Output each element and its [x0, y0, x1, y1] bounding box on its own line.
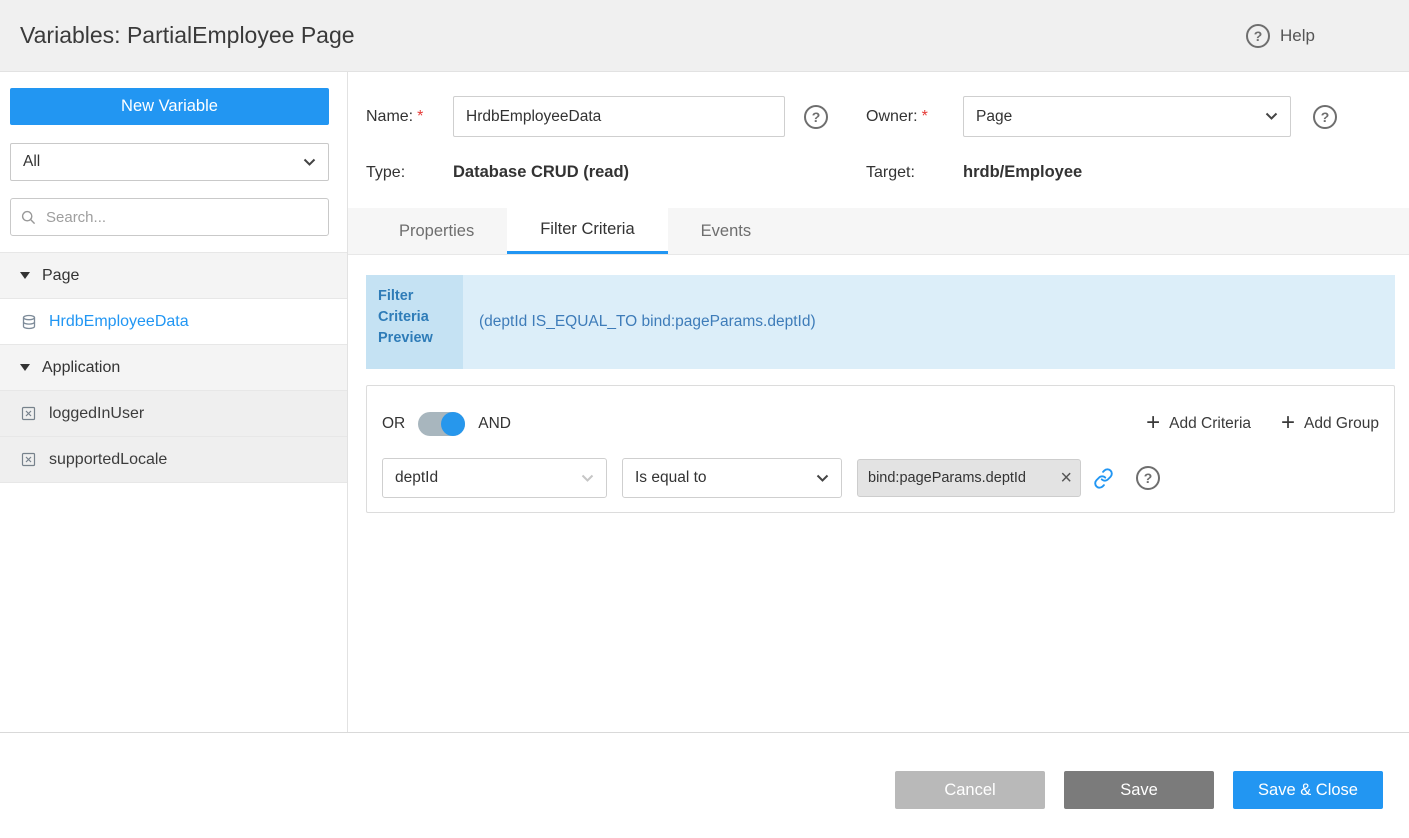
- criteria-actions: + Add Criteria + Add Group: [1146, 414, 1379, 435]
- sidebar-controls: New Variable All: [0, 72, 347, 252]
- chevron-down-icon: [1265, 112, 1278, 121]
- chevron-down-icon: [581, 474, 594, 483]
- bind-link-icon[interactable]: [1093, 468, 1114, 489]
- or-and-toggle[interactable]: [418, 412, 465, 436]
- tab-filter-criteria[interactable]: Filter Criteria: [507, 208, 667, 254]
- save-and-close-button[interactable]: Save & Close: [1233, 771, 1383, 809]
- page-title: Variables: PartialEmployee Page: [20, 22, 355, 49]
- chevron-down-icon: [816, 474, 829, 483]
- criteria-operator-select[interactable]: Is equal to: [622, 458, 842, 498]
- help-button[interactable]: ? Help: [1246, 24, 1315, 48]
- search-input[interactable]: [44, 208, 318, 227]
- remove-value-icon[interactable]: ×: [1060, 468, 1072, 488]
- variables-dialog: Variables: PartialEmployee Page ? Help N…: [0, 0, 1409, 838]
- owner-label: Owner:*: [866, 108, 963, 126]
- criteria-value-chip[interactable]: bind:pageParams.deptId ×: [857, 459, 1081, 497]
- criteria-field-select[interactable]: deptId: [382, 458, 607, 498]
- chevron-down-icon: [303, 158, 316, 167]
- new-variable-button[interactable]: New Variable: [10, 88, 329, 125]
- required-asterisk: *: [417, 108, 423, 125]
- tree-group-label: Application: [42, 359, 120, 377]
- plus-icon: +: [1281, 411, 1295, 435]
- owner-select[interactable]: Page: [963, 96, 1291, 137]
- variables-tree: Page HrdbEmployeeData Application l: [0, 252, 347, 483]
- caret-down-icon: [20, 272, 30, 279]
- preview-label: Filter Criteria Preview: [366, 275, 463, 369]
- preview-value: (deptId IS_EQUAL_TO bind:pageParams.dept…: [463, 275, 1395, 369]
- variable-detail-panel: Name:* ? Owner:* Page ? Ty: [348, 72, 1409, 732]
- type-label: Type:: [366, 164, 453, 182]
- add-criteria-label: Add Criteria: [1169, 415, 1251, 433]
- name-help-icon[interactable]: ?: [804, 105, 828, 129]
- or-label: OR: [382, 415, 405, 433]
- criteria-row: deptId Is equal to bind:pa: [382, 458, 1379, 498]
- cancel-button[interactable]: Cancel: [895, 771, 1045, 809]
- dialog-body: New Variable All Page: [0, 72, 1409, 733]
- dialog-footer: Cancel Save Save & Close: [0, 733, 1409, 838]
- variable-filter-value: All: [23, 153, 40, 171]
- database-variable-icon: [20, 314, 37, 330]
- dialog-header: Variables: PartialEmployee Page ? Help: [0, 0, 1409, 72]
- filter-criteria-panel: Filter Criteria Preview (deptId IS_EQUAL…: [348, 255, 1409, 513]
- and-label: AND: [478, 415, 511, 433]
- model-variable-icon: [20, 406, 37, 421]
- chip-text: bind:pageParams.deptId: [868, 470, 1056, 486]
- variable-search-box: [10, 198, 329, 236]
- tab-events[interactable]: Events: [668, 208, 784, 254]
- variables-sidebar: New Variable All Page: [0, 72, 348, 732]
- name-label: Name:*: [366, 108, 453, 126]
- help-label: Help: [1280, 26, 1315, 46]
- criteria-toolbar: OR AND + Add Criteria + A: [382, 406, 1379, 442]
- owner-help-cell: ?: [1291, 105, 1361, 129]
- filter-criteria-preview: Filter Criteria Preview (deptId IS_EQUAL…: [366, 275, 1395, 369]
- variable-filter-select[interactable]: All: [10, 143, 329, 181]
- tree-item-supportedlocale[interactable]: supportedLocale: [0, 437, 347, 483]
- criteria-field-value: deptId: [395, 469, 438, 487]
- model-variable-icon: [20, 452, 37, 467]
- name-help-cell: ?: [785, 105, 866, 129]
- criteria-operator-value: Is equal to: [635, 469, 707, 487]
- required-asterisk: *: [922, 108, 928, 125]
- save-button[interactable]: Save: [1064, 771, 1214, 809]
- caret-down-icon: [20, 364, 30, 371]
- tab-properties[interactable]: Properties: [366, 208, 507, 254]
- owner-help-icon[interactable]: ?: [1313, 105, 1337, 129]
- tree-item-label: HrdbEmployeeData: [49, 313, 189, 331]
- tree-item-label: loggedInUser: [49, 405, 144, 423]
- footer-buttons: Cancel Save Save & Close: [895, 771, 1383, 809]
- owner-select-value: Page: [976, 108, 1012, 126]
- target-label: Target:: [866, 164, 963, 182]
- tree-group-page[interactable]: Page: [0, 253, 347, 299]
- add-group-label: Add Group: [1304, 415, 1379, 433]
- tree-item-label: supportedLocale: [49, 451, 167, 469]
- variable-form: Name:* ? Owner:* Page ? Ty: [348, 96, 1409, 182]
- tree-item-hrdbemployeedata[interactable]: HrdbEmployeeData: [0, 299, 347, 345]
- tree-group-label: Page: [42, 267, 79, 285]
- tree-group-application[interactable]: Application: [0, 345, 347, 391]
- target-value: hrdb/Employee: [963, 163, 1291, 182]
- add-group-button[interactable]: + Add Group: [1281, 414, 1379, 435]
- name-input[interactable]: [453, 96, 785, 137]
- plus-icon: +: [1146, 411, 1160, 435]
- type-value: Database CRUD (read): [453, 163, 785, 182]
- toggle-knob: [441, 412, 465, 436]
- criteria-builder: OR AND + Add Criteria + A: [366, 385, 1395, 513]
- add-criteria-button[interactable]: + Add Criteria: [1146, 414, 1251, 435]
- search-icon: [21, 210, 36, 225]
- help-icon: ?: [1246, 24, 1270, 48]
- detail-tabs: Properties Filter Criteria Events: [348, 208, 1409, 255]
- criteria-help-icon[interactable]: ?: [1136, 466, 1160, 490]
- tree-item-loggedinuser[interactable]: loggedInUser: [0, 391, 347, 437]
